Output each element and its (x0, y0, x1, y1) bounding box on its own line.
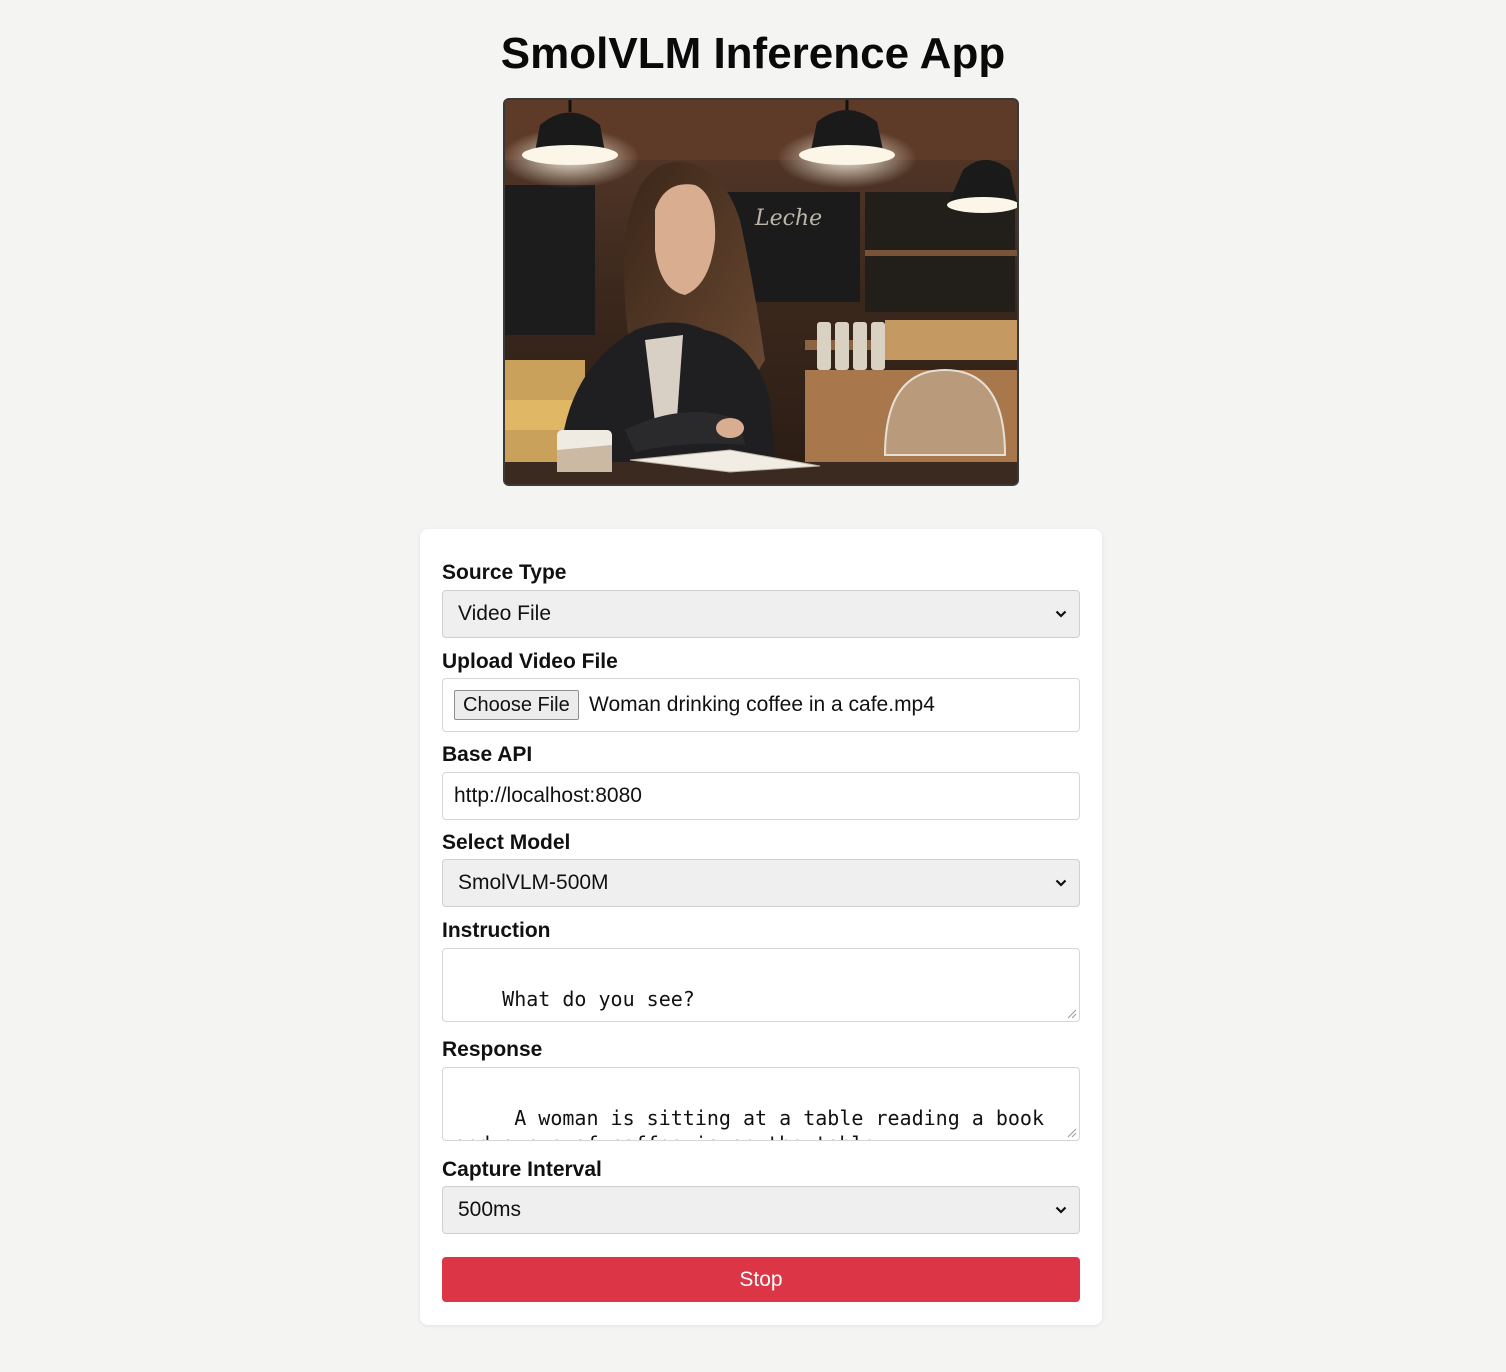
model-select[interactable]: SmolVLM-500M (442, 859, 1080, 907)
resize-grip-icon[interactable] (1067, 1009, 1077, 1019)
instruction-textarea[interactable]: What do you see? (442, 948, 1080, 1022)
capture-interval-value: 500ms (458, 1198, 522, 1221)
response-value: A woman is sitting at a table reading a … (454, 1106, 1045, 1140)
svg-text:Leche: Leche (754, 206, 822, 231)
base-api-label: Base API (442, 743, 533, 766)
page-title: SmolVLM Inference App (500, 29, 1006, 78)
choose-file-button[interactable]: Choose File (454, 690, 579, 720)
source-type-value: Video File (458, 602, 552, 625)
response-label: Response (442, 1038, 543, 1061)
file-upload-field[interactable]: Choose File Woman drinking coffee in a c… (442, 678, 1080, 732)
instruction-label: Instruction (442, 919, 551, 942)
chevron-down-icon (1055, 860, 1069, 906)
chevron-down-icon (1055, 1187, 1069, 1233)
settings-panel: Source Type Video File Upload Video File… (420, 529, 1102, 1325)
model-value: SmolVLM-500M (458, 871, 609, 894)
stop-button[interactable]: Stop (442, 1257, 1080, 1302)
resize-grip-icon[interactable] (1067, 1128, 1077, 1138)
source-type-label: Source Type (442, 561, 567, 584)
source-type-select[interactable]: Video File (442, 590, 1080, 638)
capture-interval-label: Capture Interval (442, 1158, 602, 1181)
select-model-label: Select Model (442, 831, 571, 854)
base-api-input[interactable]: http://localhost:8080 (442, 772, 1080, 820)
video-preview: Leche (503, 98, 1019, 486)
chevron-down-icon (1055, 591, 1069, 637)
response-textarea[interactable]: A woman is sitting at a table reading a … (442, 1067, 1080, 1141)
instruction-value: What do you see? (502, 987, 695, 1011)
upload-video-label: Upload Video File (442, 650, 618, 673)
capture-interval-select[interactable]: 500ms (442, 1186, 1080, 1234)
selected-file-name: Woman drinking coffee in a cafe.mp4 (589, 693, 935, 716)
video-frame-image: Leche (505, 100, 1017, 484)
